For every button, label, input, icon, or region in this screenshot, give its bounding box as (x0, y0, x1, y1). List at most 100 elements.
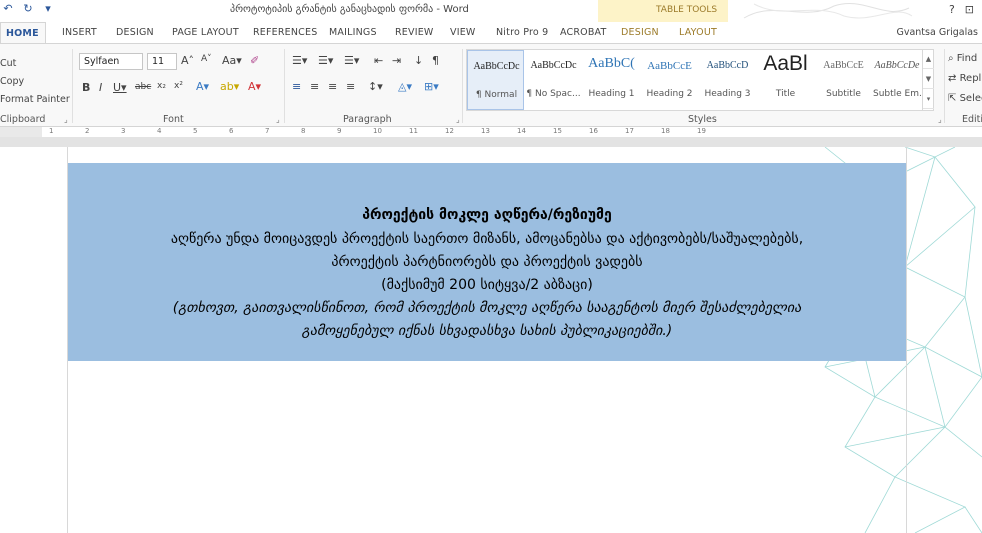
tab-references[interactable]: REFERENCES (253, 27, 317, 38)
ruler-number: 7 (265, 127, 270, 135)
clear-formatting-icon[interactable]: ✐ (250, 54, 259, 67)
help-icon[interactable]: ? (949, 3, 955, 16)
decrease-indent-icon[interactable]: ⇤ (374, 54, 383, 67)
font-size-input[interactable]: 11 (147, 53, 177, 70)
style-name: Heading 1 (588, 89, 635, 99)
find-button[interactable]: ⌕ Find (948, 53, 977, 64)
user-name[interactable]: Gvantsa Grigalas (896, 27, 978, 38)
numbering-icon[interactable]: ☰▾ (318, 54, 333, 67)
redo-icon[interactable]: ↻ (22, 2, 34, 15)
multilevel-list-icon[interactable]: ☰▾ (344, 54, 359, 67)
style-normal[interactable]: AaBbCcDc ¶ Normal (467, 50, 524, 110)
style-subtitle[interactable]: AaBbCcE Subtitle (815, 50, 872, 110)
align-right-icon[interactable]: ≡ (328, 80, 337, 93)
style-preview: AaBl (763, 52, 808, 75)
shrink-font-icon[interactable]: A˅ (201, 54, 212, 64)
gallery-more-icon[interactable]: ▾ (923, 89, 934, 109)
document-area: პროექტის მოკლე აღწერა/რეზიუმე აღწერა უნდ… (0, 137, 982, 533)
undo-icon[interactable]: ↶ (2, 2, 14, 15)
tab-view[interactable]: VIEW (450, 27, 476, 38)
ruler-number: 16 (589, 127, 598, 135)
styles-gallery-scroll[interactable]: ▲ ▼ ▾ (922, 49, 934, 111)
ruler-number: 2 (85, 127, 90, 135)
find-icon: ⌕ (948, 53, 957, 64)
shading-icon[interactable]: ◬▾ (398, 80, 412, 93)
underline-icon[interactable]: U▾ (113, 81, 127, 94)
font-color-icon[interactable]: A▾ (248, 80, 261, 93)
ribbon-display-options-icon[interactable]: ⊡ (965, 3, 974, 16)
cut-button[interactable]: Cut (0, 58, 16, 69)
styles-launcher-icon[interactable]: ⌟ (938, 115, 942, 124)
group-divider (944, 49, 945, 123)
line-spacing-icon[interactable]: ↕▾ (368, 80, 383, 93)
align-left-icon[interactable]: ≡ (292, 80, 301, 93)
clipboard-launcher-icon[interactable]: ⌟ (64, 115, 68, 124)
ruler-number: 18 (661, 127, 670, 135)
ruler-number: 12 (445, 127, 454, 135)
style-name: ¶ Normal (475, 90, 518, 100)
ruler-number: 3 (121, 127, 126, 135)
font-launcher-icon[interactable]: ⌟ (276, 115, 280, 124)
style-preview: AaBbCcE (823, 60, 864, 71)
clipboard-group-label: Clipboard (0, 114, 46, 125)
ribbon-home: Cut Copy Format Painter Clipboard ⌟ Sylf… (0, 43, 982, 127)
ruler-number: 15 (553, 127, 562, 135)
replace-label: Replace (959, 73, 982, 84)
sort-icon[interactable]: ↓ (414, 54, 423, 67)
styles-gallery: AaBbCcDc ¶ Normal AaBbCcDc ¶ No Spac... … (466, 49, 934, 111)
tab-design[interactable]: DESIGN (116, 27, 154, 38)
style-heading-1[interactable]: AaBbC( Heading 1 (583, 50, 640, 110)
subscript-icon[interactable]: x₂ (157, 81, 166, 91)
tab-page-layout[interactable]: PAGE LAYOUT (172, 27, 239, 38)
increase-indent-icon[interactable]: ⇥ (392, 54, 401, 67)
align-center-icon[interactable]: ≡ (310, 80, 319, 93)
tab-nitro-pro[interactable]: Nitro Pro 9 (496, 27, 548, 38)
style-no-spacing[interactable]: AaBbCcDc ¶ No Spac... (525, 50, 582, 110)
table-tools-group: TABLE TOOLS (598, 0, 728, 22)
group-divider (284, 49, 285, 123)
ruler-number: 10 (373, 127, 382, 135)
customize-qat-icon[interactable]: ▾ (42, 2, 54, 15)
style-name: Heading 3 (704, 89, 751, 99)
bullets-icon[interactable]: ☰▾ (292, 54, 307, 67)
horizontal-ruler[interactable]: 1 2 3 4 5 6 7 8 9 10 11 12 13 14 15 16 1… (0, 127, 982, 137)
font-group-label: Font (163, 114, 184, 125)
bold-icon[interactable]: B (82, 81, 90, 94)
gallery-up-icon[interactable]: ▲ (923, 49, 934, 69)
text-effects-icon[interactable]: A▾ (196, 80, 209, 93)
borders-icon[interactable]: ⊞▾ (424, 80, 439, 93)
superscript-icon[interactable]: x² (174, 81, 183, 91)
tab-mailings[interactable]: MAILINGS (329, 27, 377, 38)
change-case-icon[interactable]: Aa▾ (222, 54, 242, 67)
style-heading-2[interactable]: AaBbCcE Heading 2 (641, 50, 698, 110)
tab-review[interactable]: REVIEW (395, 27, 434, 38)
strikethrough-icon[interactable]: abc (135, 82, 151, 92)
replace-button[interactable]: ⇄ Replace (948, 73, 982, 84)
tab-home[interactable]: HOME (0, 22, 46, 44)
ruler-number: 8 (301, 127, 306, 135)
document-page[interactable]: პროექტის მოკლე აღწერა/რეზიუმე აღწერა უნდ… (0, 147, 982, 533)
tab-insert[interactable]: INSERT (62, 27, 97, 38)
editing-group-label: Editing (962, 114, 982, 125)
select-button[interactable]: ⇱ Select (948, 93, 982, 104)
italic-icon[interactable]: I (99, 81, 102, 94)
paragraph-launcher-icon[interactable]: ⌟ (456, 115, 460, 124)
style-name: ¶ No Spac... (526, 89, 581, 99)
style-heading-3[interactable]: AaBbCcD Heading 3 (699, 50, 756, 110)
tab-table-layout[interactable]: LAYOUT (679, 27, 717, 38)
gallery-down-icon[interactable]: ▼ (923, 69, 934, 89)
copy-button[interactable]: Copy (0, 76, 24, 87)
show-formatting-icon[interactable]: ¶ (432, 54, 439, 67)
grow-font-icon[interactable]: A˄ (181, 54, 194, 67)
tab-acrobat[interactable]: ACROBAT (560, 27, 607, 38)
tab-table-design[interactable]: DESIGN (621, 27, 659, 38)
style-title[interactable]: AaBl Title (757, 50, 814, 110)
summary-table-cell[interactable]: პროექტის მოკლე აღწერა/რეზიუმე აღწერა უნდ… (68, 163, 906, 361)
format-painter-button[interactable]: Format Painter (0, 94, 70, 105)
style-preview: AaBbCcDc (473, 61, 520, 72)
justify-icon[interactable]: ≡ (346, 80, 355, 93)
highlight-color-icon[interactable]: ab▾ (220, 80, 239, 93)
style-subtle-emphasis[interactable]: AaBbCcDe Subtle Em... (873, 50, 921, 110)
font-name-input[interactable]: Sylfaen (79, 53, 143, 70)
ruler-text-area (42, 127, 982, 137)
